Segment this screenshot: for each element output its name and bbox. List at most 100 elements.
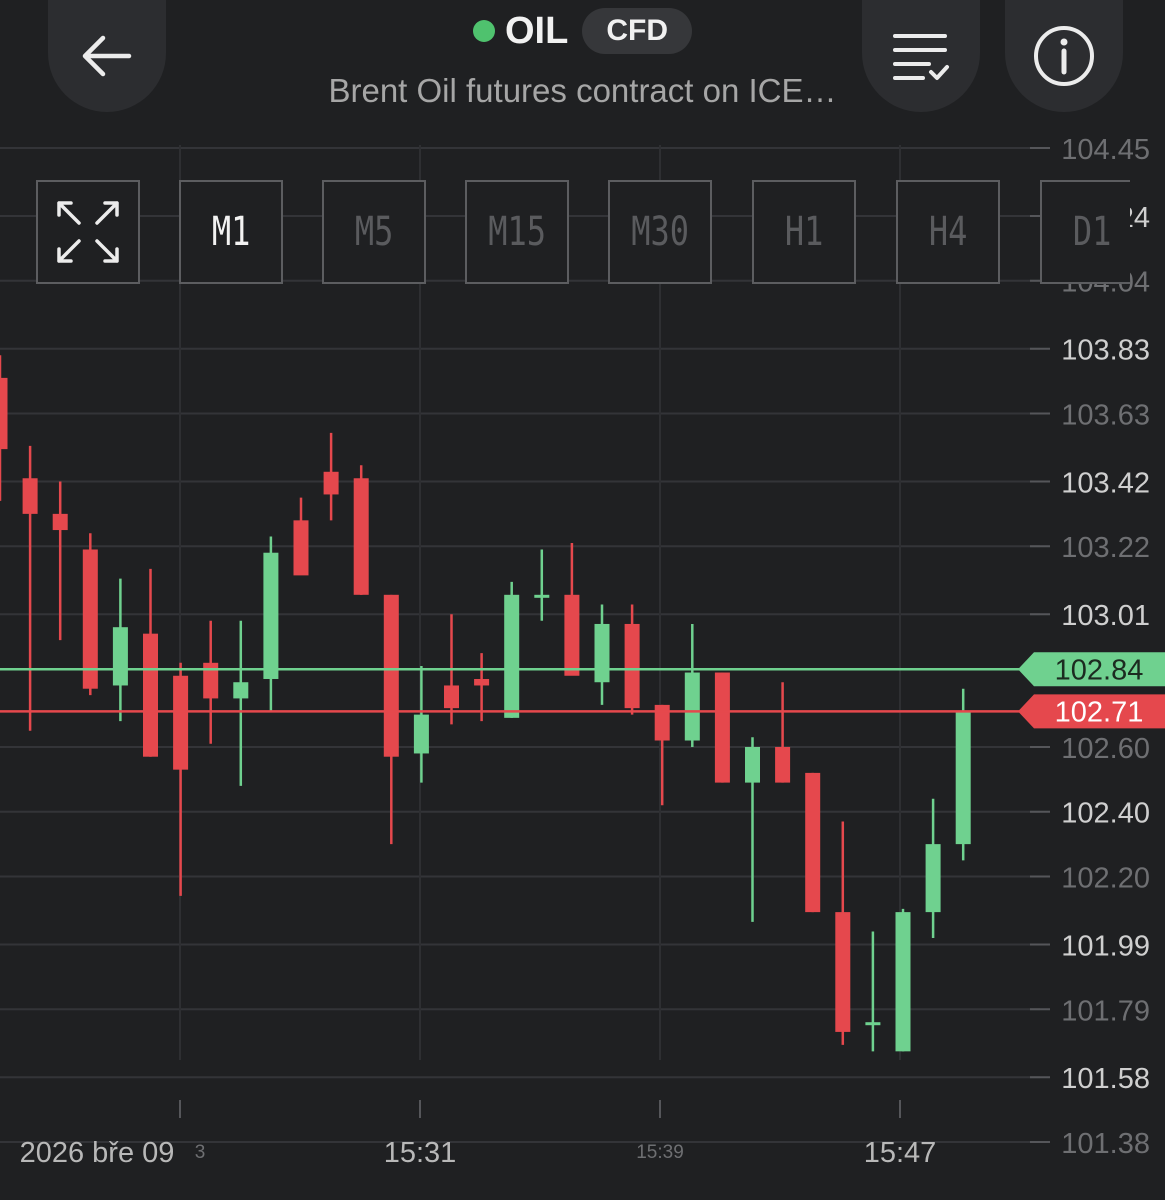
candle-up bbox=[112, 578, 128, 722]
candles bbox=[0, 355, 971, 1052]
candle-body bbox=[534, 594, 550, 598]
candle-body bbox=[805, 772, 821, 913]
candle-down bbox=[173, 662, 189, 896]
candle-up bbox=[684, 623, 700, 747]
instrument-symbol: OIL bbox=[505, 9, 569, 52]
x-tick-label: 15:47 bbox=[864, 1137, 937, 1169]
candle-body bbox=[323, 471, 339, 495]
candle-body bbox=[112, 627, 128, 686]
y-tick-label: 101.58 bbox=[1061, 1063, 1150, 1095]
x-tick-label: 15:31 bbox=[384, 1137, 457, 1169]
x-tick-label: 3 bbox=[195, 1142, 206, 1163]
candle-body bbox=[263, 552, 279, 679]
candle-body bbox=[143, 633, 158, 757]
candle-up bbox=[955, 688, 971, 861]
y-tick-label: 103.42 bbox=[1061, 467, 1150, 499]
y-tick-label: 101.79 bbox=[1061, 995, 1150, 1027]
candle-body bbox=[865, 1022, 881, 1026]
candle-down bbox=[52, 481, 68, 641]
candle-body bbox=[52, 513, 68, 531]
y-tick-label: 103.63 bbox=[1061, 399, 1150, 431]
timeframe-m1[interactable]: M1 bbox=[179, 180, 283, 284]
candle-down bbox=[564, 543, 580, 676]
timeframe-toolbar: M1 M5 M15 M30 H1 H4 D1 bbox=[36, 180, 1130, 288]
candle-body bbox=[835, 912, 851, 1032]
y-tick-label: 102.20 bbox=[1061, 863, 1150, 895]
timeframe-m30[interactable]: M30 bbox=[608, 180, 712, 284]
candle-body bbox=[474, 678, 490, 686]
candle-up bbox=[263, 536, 279, 712]
candle-down bbox=[383, 594, 399, 845]
candle-down bbox=[22, 445, 38, 731]
timeframe-h1[interactable]: H1 bbox=[752, 180, 856, 284]
candle-down bbox=[654, 704, 670, 806]
instrument-type-badge: CFD bbox=[582, 8, 692, 54]
info-icon bbox=[1034, 26, 1094, 86]
y-tick-label: 104.45 bbox=[1061, 134, 1150, 166]
candle-down bbox=[775, 682, 791, 783]
candle-down bbox=[203, 620, 219, 744]
time-axis: 2026 bře 09 3 15:31 15:39 15:47 bbox=[20, 1100, 937, 1169]
candle-up bbox=[895, 908, 911, 1052]
timeframe-d1[interactable]: D1 bbox=[1040, 180, 1130, 284]
candle-up bbox=[413, 666, 429, 783]
ask-price-label: 102.84 bbox=[1055, 654, 1144, 686]
candle-up bbox=[233, 620, 249, 786]
candle-up bbox=[925, 798, 941, 939]
candle-body bbox=[684, 672, 700, 741]
candle-body bbox=[0, 377, 8, 450]
timeframe-m5[interactable]: M5 bbox=[322, 180, 426, 284]
candle-body bbox=[594, 623, 610, 683]
candle-up bbox=[745, 737, 760, 922]
candle-body bbox=[895, 912, 911, 1052]
candle-body bbox=[233, 682, 249, 699]
x-tick-label: 2026 bře 09 bbox=[20, 1137, 175, 1169]
candle-down bbox=[835, 821, 851, 1045]
timeframe-m15[interactable]: M15 bbox=[465, 180, 569, 284]
candle-body bbox=[955, 711, 971, 845]
candle-body bbox=[745, 746, 760, 783]
y-tick-label: 101.99 bbox=[1061, 930, 1150, 962]
candle-down bbox=[805, 772, 821, 913]
candle-down bbox=[0, 355, 8, 501]
candle-up bbox=[534, 549, 550, 621]
candle-body bbox=[564, 594, 580, 676]
market-status-dot bbox=[473, 20, 495, 42]
y-tick-label: 102.40 bbox=[1061, 798, 1150, 830]
expand-icon bbox=[57, 201, 119, 263]
candle-body bbox=[383, 594, 399, 757]
instrument-title: OIL CFD bbox=[0, 8, 1165, 54]
candle-body bbox=[714, 672, 730, 783]
candle-up bbox=[504, 581, 520, 718]
candle-down bbox=[293, 497, 309, 576]
list-check-icon bbox=[893, 34, 949, 80]
fullscreen-button[interactable] bbox=[36, 180, 140, 284]
x-tick-label: 15:39 bbox=[636, 1142, 684, 1163]
candle-body bbox=[504, 594, 520, 718]
candle-body bbox=[173, 675, 189, 770]
candle-up bbox=[865, 931, 881, 1052]
y-tick-label: 103.22 bbox=[1061, 532, 1150, 564]
candle-body bbox=[293, 520, 309, 576]
bid-price-label: 102.71 bbox=[1055, 696, 1144, 728]
candle-down bbox=[714, 672, 730, 783]
candle-body bbox=[22, 478, 38, 514]
candle-down bbox=[143, 568, 158, 757]
y-tick-label: 101.38 bbox=[1061, 1128, 1150, 1160]
candle-body bbox=[925, 844, 941, 913]
y-tick-label: 102.60 bbox=[1061, 733, 1150, 765]
candle-body bbox=[775, 746, 791, 783]
candle-down bbox=[624, 604, 640, 715]
candle-body bbox=[444, 685, 459, 709]
timeframe-h4[interactable]: H4 bbox=[896, 180, 1000, 284]
y-tick-label: 103.83 bbox=[1061, 335, 1150, 367]
candle-body bbox=[82, 549, 98, 689]
candle-down bbox=[82, 533, 98, 696]
candle-up bbox=[594, 604, 610, 705]
candle-down bbox=[353, 465, 369, 595]
candle-down bbox=[323, 432, 339, 521]
candle-body bbox=[353, 478, 369, 595]
candle-body bbox=[413, 714, 429, 754]
candle-body bbox=[624, 623, 640, 709]
instrument-description: Brent Oil futures contract on ICE… bbox=[328, 72, 837, 109]
